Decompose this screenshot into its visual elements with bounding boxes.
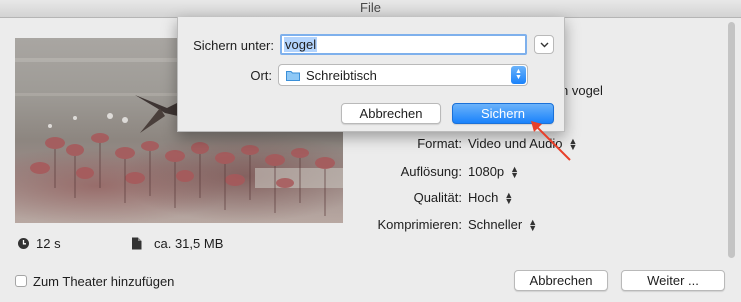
filename-input[interactable]: vogel [280, 34, 527, 55]
compress-value: Schneller [468, 217, 523, 232]
save-as-label: Sichern unter: [193, 38, 274, 53]
filename-value: vogel [284, 37, 318, 52]
quality-label: Qualität: [413, 190, 462, 205]
sheet-cancel-button[interactable]: Abbrechen [341, 103, 441, 124]
filename-partial: n vogel [561, 83, 603, 98]
window-title: File [0, 0, 741, 18]
annotation-arrow [531, 121, 571, 161]
add-to-theater-label: Zum Theater hinzufügen [33, 274, 175, 289]
size-info: ca. 31,5 MB [131, 236, 223, 251]
resolution-value: 1080p [468, 164, 505, 179]
add-to-theater-checkbox[interactable] [15, 275, 27, 287]
updown-icon: ▲ ▼ [504, 189, 514, 206]
expand-button[interactable] [534, 35, 554, 54]
save-sheet: Sichern unter: vogel Ort: Schreibtisch ▲… [177, 17, 565, 132]
duration-value: 12 s [36, 236, 61, 251]
size-value: ca. 31,5 MB [154, 236, 224, 251]
format-label: Format: [417, 136, 462, 151]
quality-value: Hoch [468, 190, 499, 205]
scrollbar[interactable] [728, 22, 735, 258]
folder-icon [286, 70, 300, 81]
cancel-button[interactable]: Abbrechen [514, 270, 608, 291]
compress-select[interactable]: Schneller ▲ ▼ [468, 217, 537, 232]
location-label: Ort: [250, 68, 272, 83]
updown-icon: ▲ ▼ [528, 216, 538, 233]
chevron-down-icon [540, 42, 548, 47]
updown-icon: ▲ ▼ [510, 163, 520, 180]
document-icon [132, 237, 142, 250]
quality-select[interactable]: Hoch ▲ ▼ [468, 190, 513, 205]
compress-label: Komprimieren: [377, 217, 462, 232]
clock-icon [18, 238, 29, 249]
updown-icon: ▲ ▼ [511, 66, 526, 84]
resolution-label: Auflösung: [400, 164, 462, 179]
location-select[interactable]: Schreibtisch ▲ ▼ [278, 64, 528, 86]
location-value: Schreibtisch [306, 67, 377, 83]
duration-info: 12 s [17, 236, 61, 251]
next-button[interactable]: Weiter ... [621, 270, 725, 291]
resolution-select[interactable]: 1080p ▲ ▼ [468, 164, 519, 179]
